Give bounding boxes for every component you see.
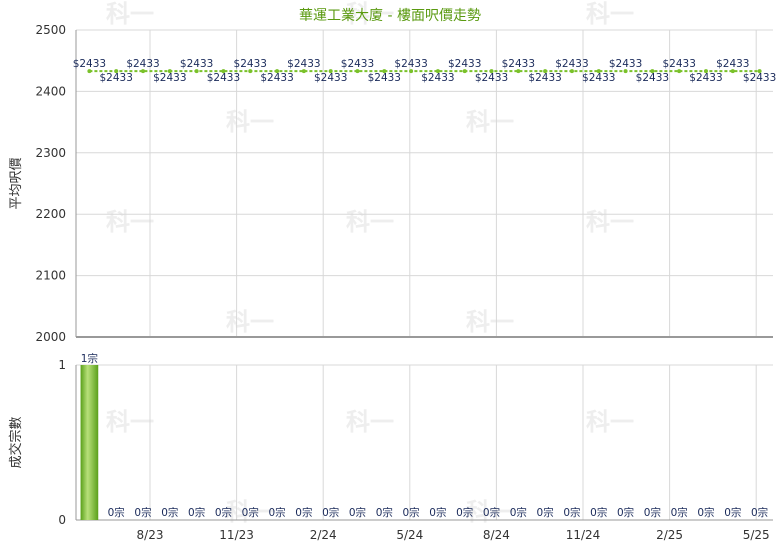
price-data-label: $2433 — [368, 72, 401, 84]
count-data-label: 0宗 — [617, 506, 634, 519]
chart-root: 科一 科一 科一 科一 科一 科一 科一 科一 科一 科一 科一 科一 科一 科一 科一 華運工業大廈 - 樓… — [0, 0, 780, 550]
count-y-axis-label: 成交宗數 — [8, 416, 24, 468]
count-data-label: 0宗 — [349, 506, 366, 519]
price-y-tick-label: 2200 — [35, 207, 66, 221]
price-data-label: $2433 — [394, 58, 427, 70]
price-data-label: $2433 — [528, 72, 561, 84]
watermark-text: 科一 — [226, 308, 274, 336]
count-data-label: 0宗 — [322, 506, 339, 519]
chart-title: 華運工業大廈 - 樓面呎價走勢 — [299, 7, 481, 24]
count-data-label: 0宗 — [590, 506, 607, 519]
count-data-label: 0宗 — [724, 506, 741, 519]
watermark-text: 科一 — [466, 308, 514, 336]
price-data-label: $2433 — [502, 58, 535, 70]
count-data-label: 0宗 — [376, 506, 393, 519]
x-tick-label: 2/25 — [656, 528, 683, 542]
count-data-label: 0宗 — [537, 506, 554, 519]
watermark-text: 科一 — [226, 108, 274, 136]
watermark-text: 科一 — [586, 208, 634, 236]
price-data-label: $2433 — [73, 58, 106, 70]
x-tick-label: 11/23 — [219, 528, 254, 542]
price-y-tick-label: 2400 — [35, 84, 66, 98]
price-data-label: $2433 — [582, 72, 615, 84]
price-data-label: $2433 — [234, 58, 267, 70]
count-data-label: 0宗 — [563, 506, 580, 519]
count-data-label: 0宗 — [161, 506, 178, 519]
price-y-tick-label: 2300 — [35, 146, 66, 160]
watermark-text: 科一 — [466, 108, 514, 136]
x-tick-label: 5/24 — [396, 528, 423, 542]
price-data-label: $2433 — [100, 72, 133, 84]
price-data-label: $2433 — [716, 58, 749, 70]
price-y-axis-label: 平均呎價 — [9, 157, 24, 209]
watermark-text: 科一 — [346, 408, 394, 436]
price-y-tick-label: 2500 — [35, 23, 66, 37]
watermark-text: 科一 — [586, 408, 634, 436]
count-y-tick-label: 0 — [58, 513, 66, 527]
x-tick-label: 11/24 — [566, 528, 601, 542]
count-data-label: 0宗 — [188, 506, 205, 519]
watermark-text: 科一 — [106, 408, 154, 436]
count-data-label: 1宗 — [81, 352, 98, 365]
count-data-label: 0宗 — [429, 506, 446, 519]
count-data-label: 0宗 — [697, 506, 714, 519]
price-data-label: $2433 — [260, 72, 293, 84]
watermark-text: 科一 — [346, 208, 394, 236]
price-data-label: $2433 — [180, 58, 213, 70]
watermark-text: 科一 — [106, 208, 154, 236]
watermark-text: 科一 — [106, 0, 154, 28]
count-data-label: 0宗 — [134, 506, 151, 519]
price-y-tick-label: 2000 — [35, 330, 66, 344]
price-data-label: $2433 — [448, 58, 481, 70]
count-data-label: 0宗 — [268, 506, 285, 519]
count-data-label: 0宗 — [108, 506, 125, 519]
count-data-label: 0宗 — [671, 506, 688, 519]
price-data-label: $2433 — [421, 72, 454, 84]
price-data-label: $2433 — [636, 72, 669, 84]
price-data-label: $2433 — [314, 72, 347, 84]
x-tick-label: 5/25 — [743, 528, 770, 542]
count-y-tick-label: 1 — [58, 358, 66, 372]
price-data-label: $2433 — [153, 72, 186, 84]
price-data-label: $2433 — [662, 58, 695, 70]
price-y-tick-label: 2100 — [35, 269, 66, 283]
count-data-label: 0宗 — [751, 506, 768, 519]
count-data-label: 0宗 — [510, 506, 527, 519]
price-data-label: $2433 — [341, 58, 374, 70]
count-data-label: 0宗 — [242, 506, 259, 519]
price-data-label: $2433 — [743, 72, 776, 84]
x-tick-label: 2/24 — [310, 528, 337, 542]
price-data-label: $2433 — [287, 58, 320, 70]
x-tick-label: 8/23 — [137, 528, 164, 542]
price-data-label: $2433 — [475, 72, 508, 84]
price-data-label: $2433 — [689, 72, 722, 84]
price-data-label: $2433 — [126, 58, 159, 70]
price-data-label: $2433 — [207, 72, 240, 84]
price-trend-chart: 科一 科一 科一科一 科一科一 科一 科一科一 科一科一 科一 科一科一 科一華運工業大廈 - 樓… — [8, 0, 776, 542]
count-data-label: 0宗 — [644, 506, 661, 519]
count-data-label: 0宗 — [483, 506, 500, 519]
x-tick-label: 8/24 — [483, 528, 510, 542]
count-data-label: 0宗 — [403, 506, 420, 519]
watermark-text: 科一 — [586, 0, 634, 28]
count-data-label: 0宗 — [295, 506, 312, 519]
price-data-label: $2433 — [609, 58, 642, 70]
count-bar — [80, 365, 99, 520]
price-data-label: $2433 — [555, 58, 588, 70]
count-data-label: 0宗 — [215, 506, 232, 519]
count-data-label: 0宗 — [456, 506, 473, 519]
